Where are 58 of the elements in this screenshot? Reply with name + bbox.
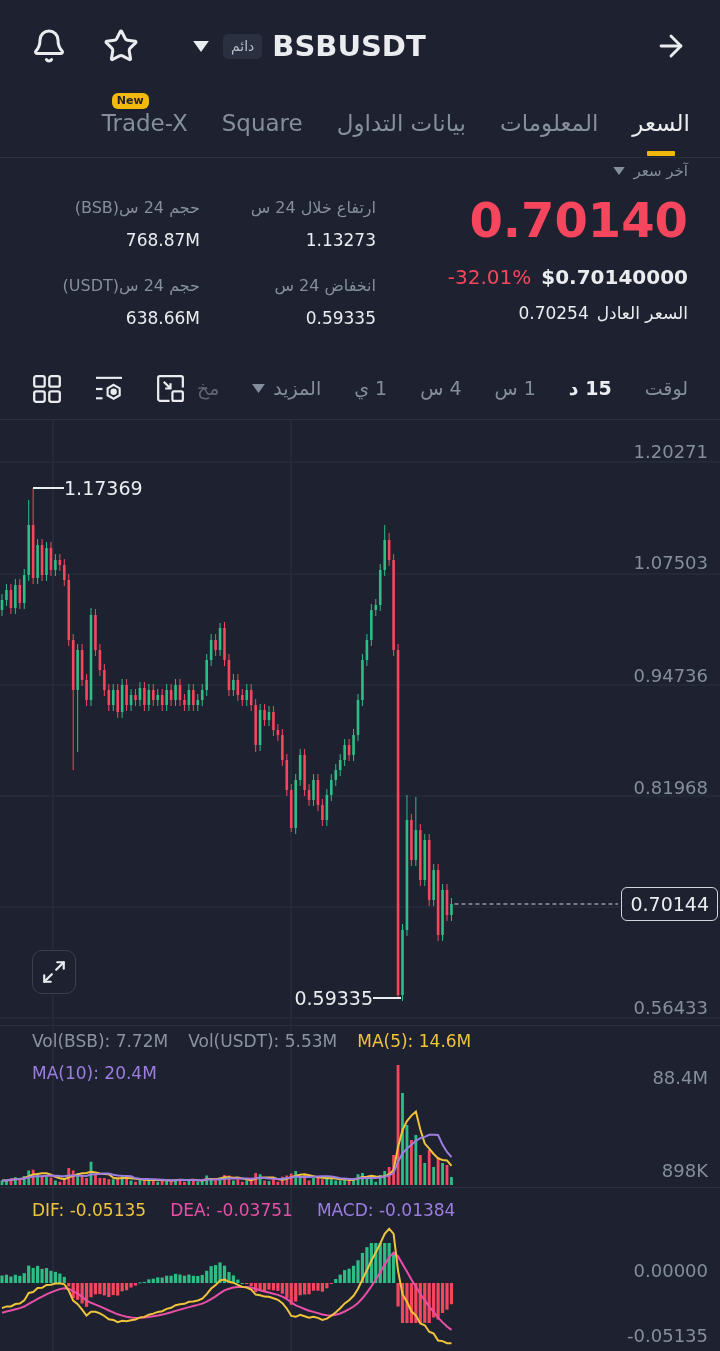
tab[interactable]: Square [221,109,303,157]
macd-legend-item: DEA: -0.03751 [170,1199,293,1222]
price-axis-label: 1.07503 [633,552,708,574]
price-axis-label: 0.56433 [633,997,708,1019]
frame-arrow-icon[interactable] [157,375,184,402]
notification-bell-icon[interactable] [31,28,67,64]
current-price-tag: 0.70144 [621,887,718,921]
stat-label: ارتفاع خلال 24 س [250,197,376,220]
leader-line [373,997,401,999]
tab[interactable]: New Trade-X [101,93,188,157]
interval-tab[interactable]: 15 د [568,374,612,403]
tab[interactable]: بيانات التداول [336,109,466,157]
interval-tab[interactable]: 1 س [494,374,536,403]
stat-value: 768.87M [125,229,200,252]
partial-label[interactable]: مخ [196,374,220,403]
tab[interactable]: المعلومات [500,109,599,157]
macd-legend-item: MACD: -0.01384 [316,1199,456,1222]
more-menu[interactable]: المزيد [252,374,322,403]
fair-price-value: 0.70254 [518,302,589,326]
volume-legend-item: Vol(BSB): 7.72M [32,1030,169,1053]
fair-price-label: السعر العادل [596,302,688,326]
symbol-title[interactable]: BSBUSDT [272,28,426,64]
new-badge: New [111,93,149,109]
low-price-marker: 0.59335 [294,987,373,1009]
stat-label: انخفاض 24 س [274,275,376,298]
leader-line [33,487,64,489]
price-change: -32.01% [447,264,532,291]
volume-axis-label: 898K [661,1160,708,1182]
macd-axis-label: 0.00000 [633,1260,708,1282]
stat-value: 1.13273 [305,229,376,252]
caret-icon[interactable] [193,40,209,52]
contract-badge: دائم [223,33,263,59]
last-price: 0.70140 [469,191,688,250]
expand-icon [41,959,67,985]
macd-legend-item: DIF: -0.05135 [32,1199,147,1222]
tab[interactable]: السعر [632,109,690,157]
high-price-marker: 1.17369 [64,477,143,499]
grid-icon[interactable] [33,374,61,403]
price-type-label[interactable]: آخر سعر [633,159,688,183]
volume-legend-item: MA(10): 20.4M [32,1062,157,1085]
price-axis-label: 0.94736 [633,665,708,687]
stat-label: حجم 24 س(USDT) [62,275,200,297]
price-axis-label: 1.20271 [633,441,708,463]
volume-legend-item: MA(5): 14.6M [357,1030,472,1053]
volume-legend-item: Vol(USDT): 5.53M [188,1030,338,1053]
macd-axis-label: -0.05135 [627,1325,708,1347]
price-axis-label: 0.81968 [633,777,708,799]
usd-price: $0.70140000 [541,264,688,291]
stat-label: حجم 24 س(BSB) [74,197,200,219]
volume-axis-label: 88.4M [652,1067,708,1089]
expand-button[interactable] [32,950,76,994]
stat-value: 638.66M [125,307,200,330]
interval-tab[interactable]: 4 س [420,374,462,403]
settings-icon[interactable] [95,375,123,402]
interval-tab[interactable]: لوقت [644,374,688,403]
stat-value: 0.59335 [305,307,376,330]
star-icon[interactable] [103,28,139,64]
interval-tab[interactable]: 1 ي [354,374,388,403]
